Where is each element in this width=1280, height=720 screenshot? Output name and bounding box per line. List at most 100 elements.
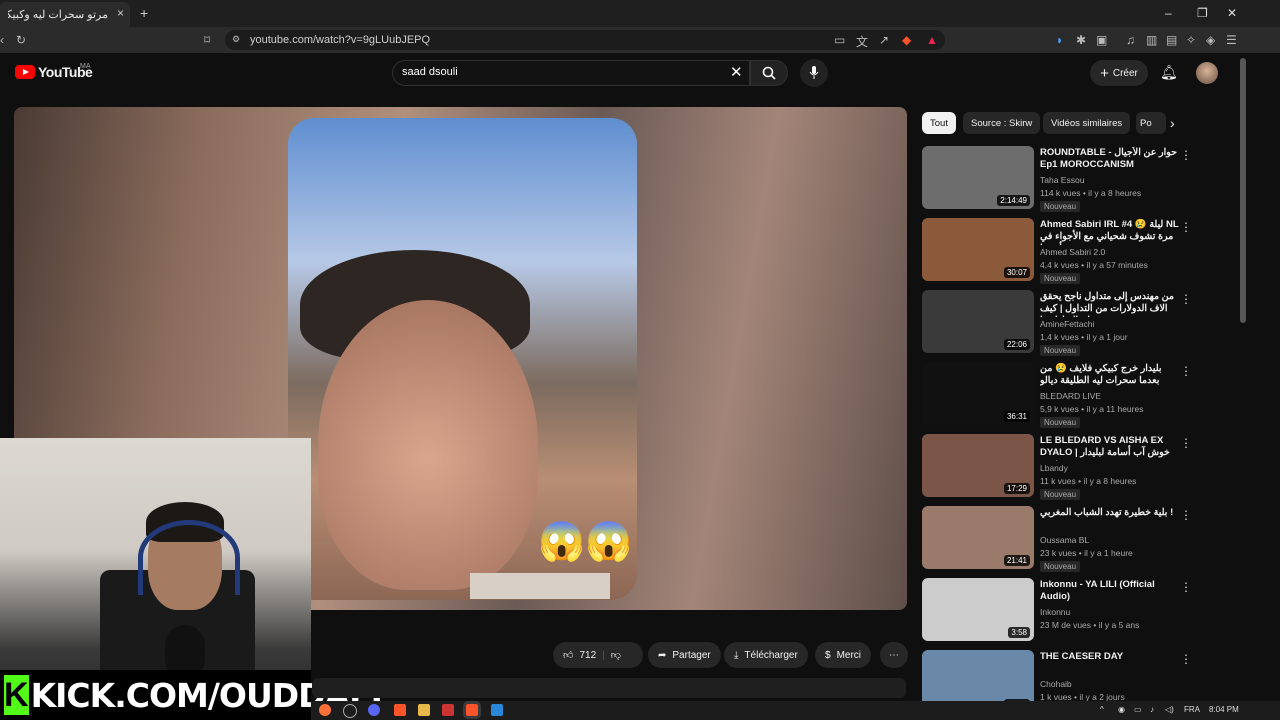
more-vertical-icon[interactable]: ⋮ — [1180, 508, 1192, 522]
back-icon[interactable]: ‹ — [0, 33, 4, 47]
site-info-icon[interactable]: ⚙ — [232, 34, 240, 45]
scrollbar[interactable] — [1240, 58, 1246, 323]
more-vertical-icon[interactable]: ⋮ — [1180, 436, 1192, 450]
video-thumbnail[interactable]: 21:41 — [922, 506, 1034, 569]
recommendation-item[interactable]: 21:41 بلية خطيرة تهدد الشباب المغربي ! Ous… — [922, 506, 1242, 574]
chip-similar[interactable]: Vidéos similaires — [1043, 112, 1131, 134]
recommendation-item[interactable]: 2:14:49 ROUNDTABLE - حوار عن الأجيال Ep1 … — [922, 146, 1242, 214]
channel-name[interactable]: Oussama BL — [1040, 535, 1089, 545]
video-thumbnail[interactable]: 3:58 — [922, 578, 1034, 641]
rewards-icon[interactable]: ▲ — [926, 33, 938, 47]
download-button[interactable]: ⤓ Télécharger — [724, 642, 808, 668]
bookmark-icon[interactable]: ⌑ — [204, 33, 210, 47]
maximize-icon[interactable]: ❐ — [1197, 6, 1208, 20]
search-button[interactable] — [750, 60, 788, 86]
volume-icon[interactable]: ◁) — [1165, 705, 1174, 714]
more-vertical-icon[interactable]: ⋮ — [1180, 148, 1192, 162]
avatar[interactable] — [1196, 62, 1218, 84]
share-button[interactable]: ➦ Partager — [648, 642, 721, 668]
more-vertical-icon[interactable]: ⋮ — [1180, 292, 1192, 306]
close-window-icon[interactable]: ✕ — [1227, 6, 1237, 20]
recommendation-item[interactable]: 3:58 Inkonnu - YA LILI (Official Audio) In… — [922, 578, 1242, 646]
minimize-icon[interactable]: – — [1165, 6, 1172, 20]
translate-icon[interactable]: 文 — [856, 33, 868, 50]
clear-search-icon[interactable]: ✕ — [730, 63, 743, 81]
reader-icon[interactable]: ▣ — [1096, 33, 1107, 47]
language-indicator[interactable]: FRA — [1184, 705, 1200, 714]
dislike-icon[interactable]: 👎︎ — [611, 649, 621, 661]
close-icon[interactable]: × — [117, 6, 124, 20]
chevron-right-icon[interactable]: › — [1170, 115, 1175, 131]
channel-name[interactable]: Taha Essou — [1040, 175, 1084, 185]
channel-name[interactable]: Inkonnu — [1040, 607, 1070, 617]
cast-icon[interactable]: ▭ — [834, 33, 845, 47]
search-value[interactable]: saad dsouli — [402, 66, 458, 78]
extensions-icon[interactable]: ✱ — [1076, 33, 1086, 47]
video-thumbnail[interactable]: 36:31 — [922, 362, 1034, 425]
channel-name[interactable]: Chohaib — [1040, 679, 1072, 689]
reload-icon[interactable]: ↻ — [16, 33, 26, 47]
more-vertical-icon[interactable]: ⋮ — [1180, 652, 1192, 666]
recommendation-item[interactable]: 36:31 بليدار خرج كبيكي فلايف 😢 من بعدما س… — [922, 362, 1242, 430]
discord-icon[interactable] — [368, 704, 380, 716]
video-thumbnail[interactable]: 17:29 — [922, 434, 1034, 497]
more-vertical-icon[interactable]: ⋮ — [1180, 364, 1192, 378]
menu-icon[interactable]: ☰ — [1226, 33, 1237, 47]
brave-active-icon[interactable] — [463, 701, 481, 719]
video-title[interactable]: بلية خطيرة تهدد الشباب المغربي ! — [1040, 507, 1180, 519]
channel-name[interactable]: AmineFettachi — [1040, 319, 1094, 329]
notifications-bell-icon[interactable]: 🔔︎ — [1160, 64, 1178, 81]
voice-search-button[interactable] — [800, 59, 828, 87]
like-count[interactable]: 712 — [579, 650, 596, 661]
chip-more[interactable]: Po — [1136, 112, 1166, 134]
wallet-icon[interactable]: ▤ — [1166, 33, 1177, 47]
channel-name[interactable]: Lbandy — [1040, 463, 1068, 473]
channel-name[interactable]: Ahmed Sabiri 2.0 — [1040, 247, 1105, 257]
recommendation-item[interactable]: 22:06 من مهندس إلى متداول ناجح يحقق الاف … — [922, 290, 1242, 358]
more-vertical-icon[interactable]: ⋮ — [1180, 580, 1192, 594]
recommendation-item[interactable]: 30:07 Ahmed Sabiri IRL #4 😢 ليلة NL مرة ت… — [922, 218, 1242, 286]
chip-source[interactable]: Source : Skirw — [963, 112, 1041, 134]
video-title[interactable]: Ahmed Sabiri IRL #4 😢 ليلة NL مرة تشوف ش… — [1040, 219, 1180, 245]
more-vertical-icon[interactable]: ⋮ — [1180, 220, 1192, 234]
clock[interactable]: 8:04 PM — [1209, 705, 1239, 714]
app2-icon[interactable] — [491, 704, 503, 716]
network-icon[interactable]: ◉ — [1118, 705, 1125, 714]
recommendation-item[interactable]: 17:29 LE BLEDARD VS AISHA EX DYALO | خوش … — [922, 434, 1242, 502]
video-title[interactable]: من مهندس إلى متداول ناجح يحقق الاف الدول… — [1040, 291, 1180, 317]
channel-name[interactable]: BLEDARD LIVE — [1040, 391, 1101, 401]
search-icon — [762, 66, 776, 80]
description-box[interactable] — [312, 678, 906, 698]
video-title[interactable]: بليدار خرج كبيكي فلايف 😢 من بعدما سحرات … — [1040, 363, 1180, 387]
sidebar-icon[interactable]: ▥ — [1146, 33, 1157, 47]
app-icon[interactable] — [343, 704, 357, 718]
mic-tray-icon[interactable]: ♪ — [1150, 705, 1154, 714]
vpn-icon[interactable]: ◈ — [1206, 33, 1215, 47]
firefox-icon[interactable] — [319, 704, 331, 716]
display-icon[interactable]: ▭ — [1134, 705, 1142, 714]
create-button[interactable]: + Créer — [1090, 60, 1148, 86]
video-title[interactable]: Inkonnu - YA LILI (Official Audio) — [1040, 579, 1180, 603]
audio-icon[interactable]: ◗ — [1056, 33, 1063, 47]
new-tab-button[interactable]: + — [140, 5, 148, 21]
chip-all[interactable]: Tout — [922, 112, 956, 134]
tray-chevron-icon[interactable]: ^ — [1100, 705, 1104, 714]
video-title[interactable]: THE CAESER DAY — [1040, 651, 1180, 663]
folder-icon[interactable] — [418, 704, 430, 716]
video-title[interactable]: ROUNDTABLE - حوار عن الأجيال Ep1 MOROCCA… — [1040, 147, 1180, 171]
media-icon[interactable]: ♫ — [1126, 33, 1135, 47]
url-text[interactable]: youtube.com/watch?v=9gLUubJEPQ — [250, 34, 430, 46]
video-thumbnail[interactable]: 22:06 — [922, 290, 1034, 353]
video-thumbnail[interactable]: 30:07 — [922, 218, 1034, 281]
brave-shield-icon[interactable]: ◆ — [902, 33, 911, 47]
brave-icon[interactable] — [394, 704, 406, 716]
video-thumbnail[interactable]: 2:14:49 — [922, 146, 1034, 209]
browser-tab[interactable]: مرتو سحرات ليه وكبيكي... حقش × — [0, 2, 130, 27]
video-title[interactable]: LE BLEDARD VS AISHA EX DYALO | خوش آب أس… — [1040, 435, 1180, 461]
thanks-button[interactable]: $ Merci — [815, 642, 872, 668]
leo-icon[interactable]: ✧ — [1186, 33, 1196, 47]
like-icon[interactable]: 👍︎ — [563, 649, 573, 661]
more-actions-button[interactable]: ⋯ — [880, 642, 908, 668]
obs-icon[interactable] — [442, 704, 454, 716]
share-icon[interactable]: ↗ — [879, 33, 889, 47]
